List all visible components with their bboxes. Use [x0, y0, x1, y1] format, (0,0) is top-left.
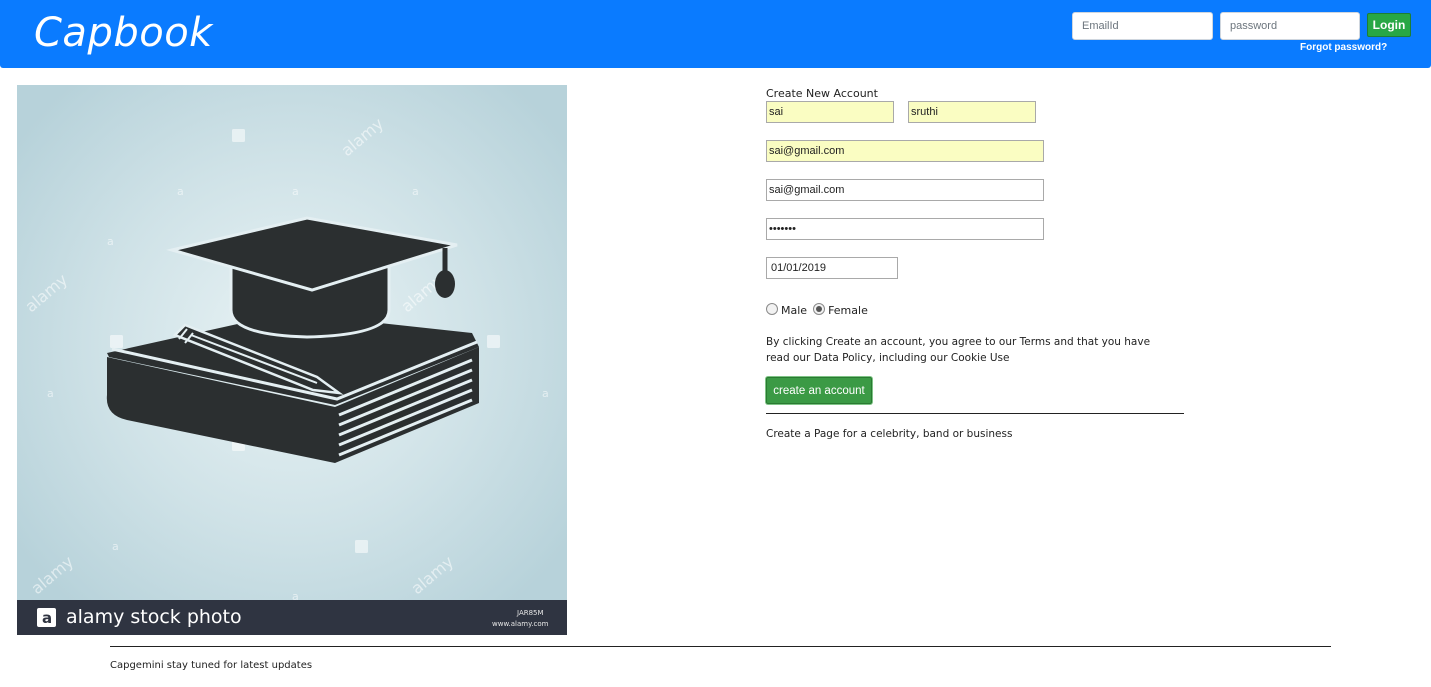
- footer-divider: [110, 646, 1331, 647]
- watermark-mark-text: a: [112, 540, 119, 553]
- gender-label-male: Male: [781, 304, 808, 317]
- login-button[interactable]: Login: [1367, 13, 1411, 37]
- watermark-mark-text: a: [292, 185, 299, 198]
- stock-site: www.alamy.com: [492, 620, 549, 628]
- create-account-title: Create New Account: [766, 87, 878, 100]
- gender-label-female: Female: [828, 304, 868, 317]
- create-account-button[interactable]: create an account: [766, 377, 872, 404]
- graduation-cap-on-book-icon: a a a a a a a a a a alamy alamy alamy al…: [17, 85, 567, 635]
- watermark-mark-text: a: [177, 185, 184, 198]
- stock-logo-letter: a: [42, 609, 52, 627]
- terms-text: By clicking Create an account, you agree…: [766, 336, 1151, 364]
- password-input[interactable]: [766, 218, 1044, 240]
- forgot-password-link[interactable]: Forgot password?: [1300, 42, 1387, 53]
- login-password-input[interactable]: [1220, 12, 1360, 40]
- gender-radio-female[interactable]: [813, 302, 826, 315]
- watermark-mark-text: a: [412, 185, 419, 198]
- footer-text: Capgemini stay tuned for latest updates: [110, 660, 313, 671]
- watermark-mark-text: a: [107, 235, 114, 248]
- watermark-mark-text: a: [47, 387, 54, 400]
- stock-image-id: JAR85M: [516, 609, 544, 617]
- gender-radio-male[interactable]: [766, 302, 778, 315]
- email-confirm-input[interactable]: [766, 179, 1044, 201]
- stock-label: alamy stock photo: [66, 606, 242, 628]
- brand-logo[interactable]: Capbook: [34, 10, 213, 56]
- form-divider: [766, 413, 1184, 414]
- last-name-input[interactable]: [908, 101, 1036, 123]
- first-name-input[interactable]: [766, 101, 894, 123]
- email-input[interactable]: [766, 140, 1044, 162]
- login-email-input[interactable]: [1072, 12, 1213, 40]
- top-navbar: Capbook Login Forgot password?: [0, 0, 1431, 68]
- watermark-mark-text: a: [542, 387, 549, 400]
- create-page-link[interactable]: Create a Page for a celebrity, band or b…: [766, 428, 1012, 440]
- birthday-date-input[interactable]: [766, 257, 898, 279]
- gender-radio-group: Male Female: [766, 300, 868, 317]
- hero-image: a a a a a a a a a a alamy alamy alamy al…: [17, 85, 567, 635]
